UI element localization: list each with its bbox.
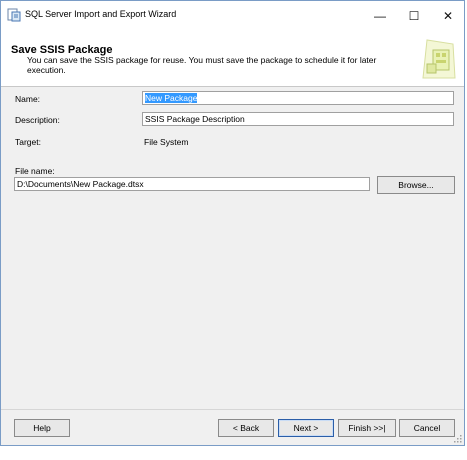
wizard-graphic-icon xyxy=(422,39,456,79)
cancel-button[interactable]: Cancel xyxy=(399,419,455,437)
filename-input[interactable]: D:\Documents\New Package.dtsx xyxy=(14,177,370,191)
maximize-icon: ☐ xyxy=(408,8,420,23)
maximize-button[interactable]: ☐ xyxy=(397,1,431,30)
filename-label: File name: xyxy=(15,166,55,176)
description-input[interactable]: SSIS Package Description xyxy=(142,112,454,126)
browse-button[interactable]: Browse... xyxy=(377,176,455,194)
help-button[interactable]: Help xyxy=(14,419,70,437)
target-value: File System xyxy=(144,137,189,147)
finish-button[interactable]: Finish >>| xyxy=(338,419,396,437)
window-title: SQL Server Import and Export Wizard xyxy=(25,9,177,19)
name-input[interactable]: New Package xyxy=(142,91,454,105)
minimize-button[interactable]: — xyxy=(363,1,397,30)
next-button[interactable]: Next > xyxy=(278,419,334,437)
name-label: Name: xyxy=(15,94,41,104)
name-input-value: New Package xyxy=(145,93,198,103)
page-description: You can save the SSIS package for reuse.… xyxy=(27,55,377,75)
minimize-icon: — xyxy=(374,8,386,23)
close-icon: ✕ xyxy=(442,8,454,23)
close-button[interactable]: ✕ xyxy=(431,1,465,30)
description-label: Description: xyxy=(15,115,60,125)
back-button[interactable]: < Back xyxy=(218,419,274,437)
description-input-value: SSIS Package Description xyxy=(145,114,245,124)
wizard-window: SQL Server Import and Export Wizard — ☐ … xyxy=(0,0,465,446)
target-label: Target: xyxy=(15,137,41,147)
app-wizard-icon xyxy=(7,8,21,22)
page-header: Save SSIS Package You can save the SSIS … xyxy=(1,30,464,87)
filename-input-value: D:\Documents\New Package.dtsx xyxy=(17,179,144,189)
footer-divider xyxy=(1,409,464,410)
resize-grip-icon[interactable] xyxy=(454,435,462,443)
title-bar[interactable]: SQL Server Import and Export Wizard — ☐ … xyxy=(1,1,464,30)
